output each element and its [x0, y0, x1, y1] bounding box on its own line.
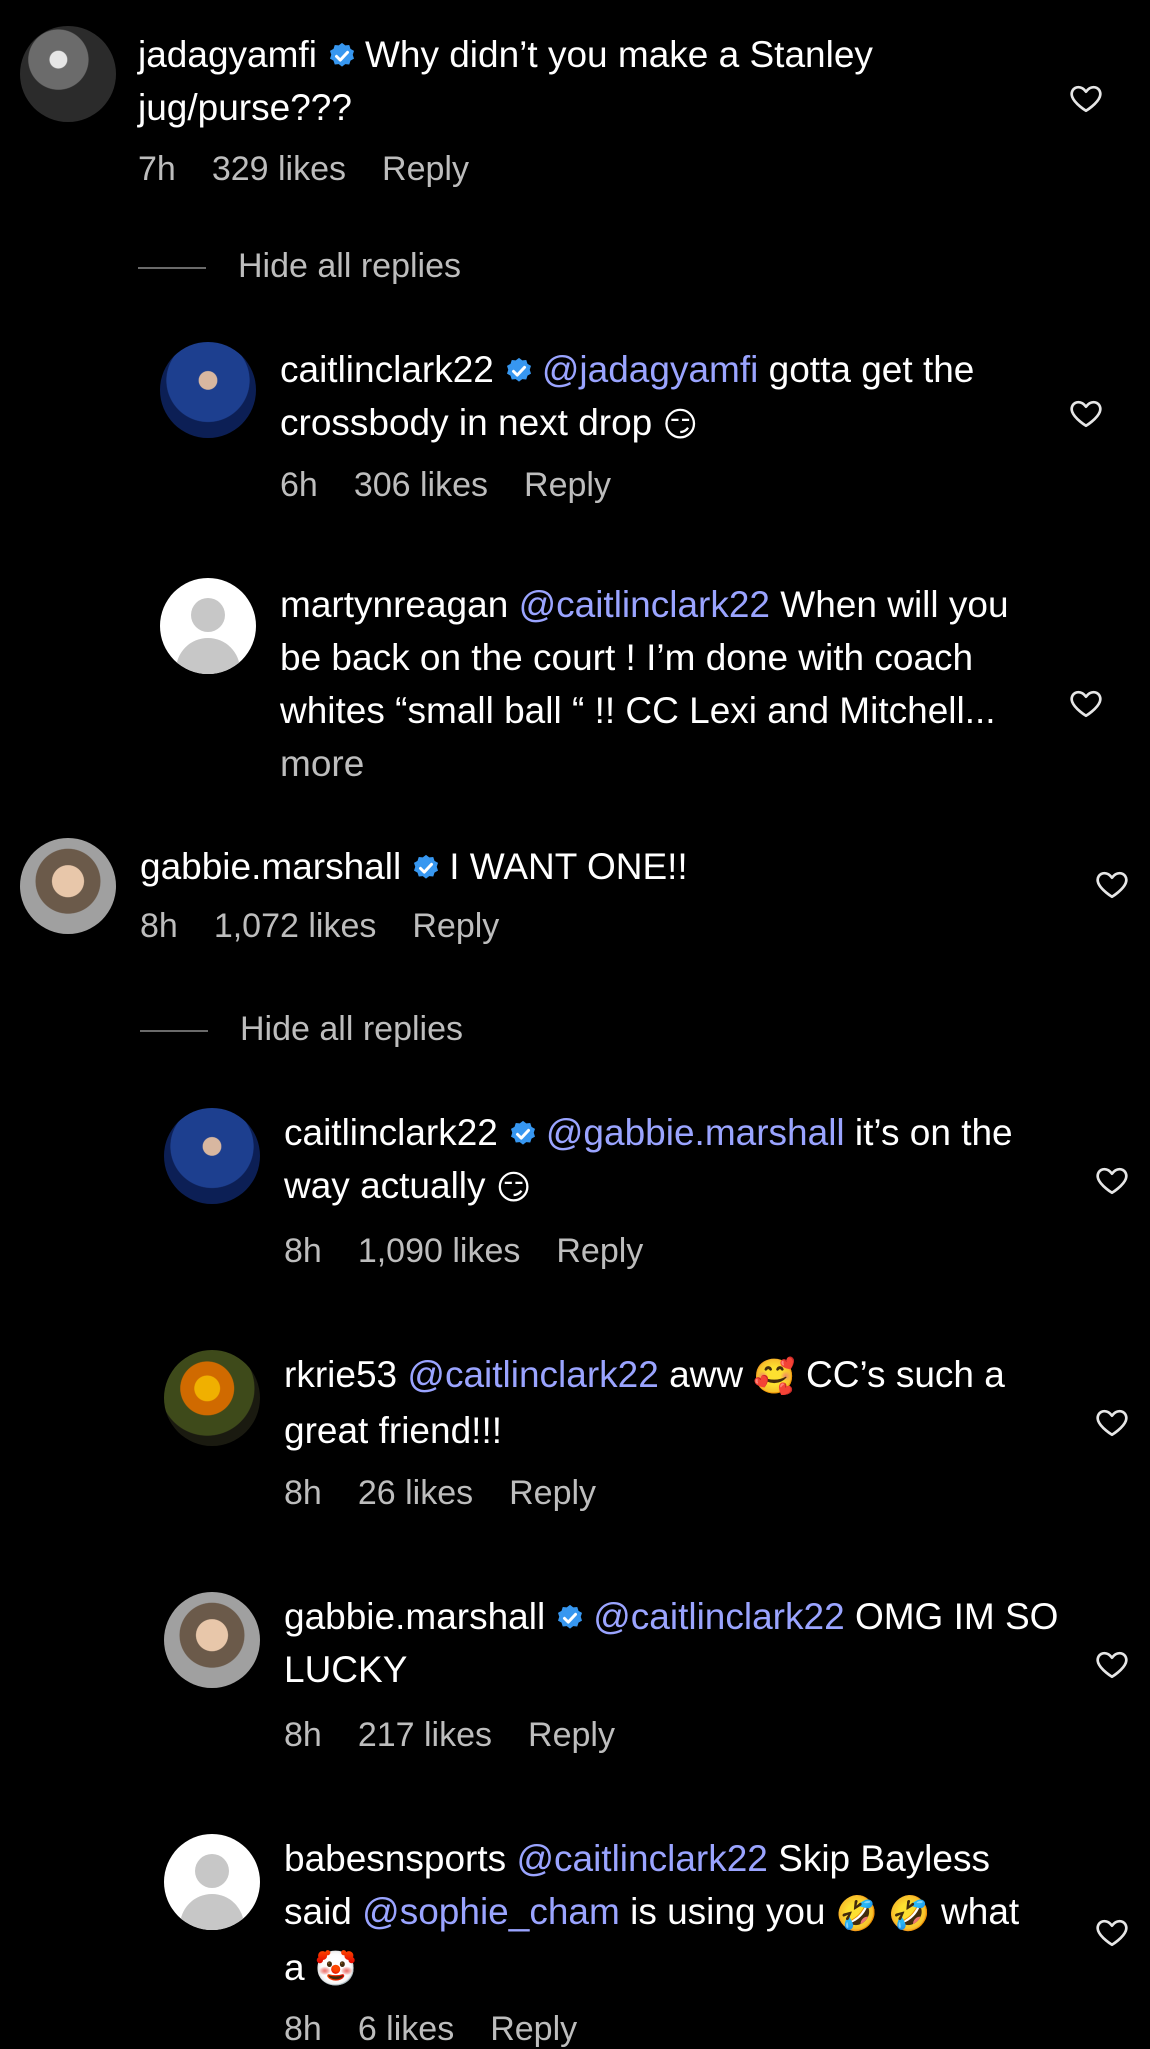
mention-link[interactable]: @caitlinclark22	[407, 1354, 658, 1395]
like-heart-icon[interactable]	[1094, 1646, 1130, 1682]
comment-text: caitlinclark22 @jadagyamfi gotta get the …	[280, 343, 1020, 452]
username[interactable]: rkrie53	[284, 1354, 397, 1395]
comment-text: babesnsports @caitlinclark22 Skip Bayles…	[284, 1832, 1024, 1996]
reply-button[interactable]: Reply	[528, 1716, 615, 1754]
timestamp: 8h	[284, 1232, 322, 1270]
likes-count[interactable]: 1,090 likes	[358, 1232, 521, 1270]
username[interactable]: caitlinclark22	[284, 1112, 498, 1153]
comment-meta: 8h 26 likes Reply	[284, 1474, 632, 1513]
comment-text: caitlinclark22 @gabbie.marshall it’s on t…	[284, 1106, 1024, 1215]
smirk-emoji: 😏	[495, 1168, 532, 1207]
mention-link[interactable]: @jadagyamfi	[542, 349, 759, 390]
mention-link[interactable]: @gabbie.marshall	[546, 1112, 845, 1153]
username[interactable]: babesnsports	[284, 1838, 506, 1879]
reply-button[interactable]: Reply	[412, 907, 499, 945]
reply-button[interactable]: Reply	[382, 150, 469, 188]
verified-badge-icon	[508, 1119, 538, 1149]
mention-link[interactable]: @caitlinclark22	[593, 1596, 844, 1637]
comment-body-continued: is using you	[630, 1891, 826, 1932]
verified-badge-icon	[504, 356, 534, 386]
comment-meta: 8h 217 likes Reply	[284, 1716, 651, 1755]
avatar-body	[176, 638, 240, 674]
avatar[interactable]	[164, 1592, 260, 1688]
comment-meta: 7h 329 likes Reply	[138, 150, 505, 189]
avatar-head	[191, 598, 225, 632]
likes-count[interactable]: 26 likes	[358, 1474, 473, 1512]
divider-line	[138, 267, 206, 270]
timestamp: 8h	[284, 1474, 322, 1512]
hide-replies-label: Hide all replies	[238, 247, 461, 285]
avatar[interactable]	[20, 26, 116, 122]
timestamp: 8h	[140, 907, 178, 945]
comment-text: gabbie.marshall @caitlinclark22 OMG IM SO…	[284, 1590, 1064, 1696]
reply-button[interactable]: Reply	[490, 2010, 577, 2048]
username[interactable]: gabbie.marshall	[140, 846, 401, 887]
smirk-emoji: 😏	[662, 405, 698, 444]
likes-count[interactable]: 6 likes	[358, 2010, 454, 2048]
comment-text: rkrie53 @caitlinclark22 aww 🥰 CC’s such …	[284, 1348, 1024, 1457]
like-heart-icon[interactable]	[1068, 685, 1104, 721]
hide-replies-toggle[interactable]: Hide all replies	[140, 1010, 463, 1049]
username[interactable]: martynreagan	[280, 584, 508, 625]
likes-count[interactable]: 217 likes	[358, 1716, 492, 1754]
likes-count[interactable]: 306 likes	[354, 466, 488, 504]
comment-meta: 8h 1,090 likes Reply	[284, 1232, 679, 1271]
verified-badge-icon	[327, 41, 357, 71]
mention-link[interactable]: @caitlinclark22	[519, 584, 770, 625]
comment-text: jadagyamfi Why didn’t you make a Stanley …	[138, 28, 978, 134]
username[interactable]: jadagyamfi	[138, 34, 317, 75]
comment-text: martynreagan @caitlinclark22 When will y…	[280, 578, 1040, 790]
like-heart-icon[interactable]	[1094, 1914, 1130, 1950]
comment-text: gabbie.marshall I WANT ONE!!	[140, 840, 980, 893]
reply-button[interactable]: Reply	[524, 466, 611, 504]
username[interactable]: gabbie.marshall	[284, 1596, 545, 1637]
reply-button[interactable]: Reply	[509, 1474, 596, 1512]
like-heart-icon[interactable]	[1094, 866, 1130, 902]
comment-body: I WANT ONE!!	[449, 846, 688, 887]
timestamp: 7h	[138, 150, 176, 188]
username[interactable]: caitlinclark22	[280, 349, 494, 390]
avatar[interactable]	[20, 838, 116, 934]
like-heart-icon[interactable]	[1094, 1162, 1130, 1198]
like-heart-icon[interactable]	[1068, 80, 1104, 116]
divider-line	[140, 1030, 208, 1033]
default-avatar-icon[interactable]	[160, 578, 256, 674]
verified-badge-icon	[411, 853, 441, 883]
timestamp: 6h	[280, 466, 318, 504]
avatar[interactable]	[164, 1350, 260, 1446]
avatar[interactable]	[164, 1108, 260, 1204]
comment-meta: 8h 1,072 likes Reply	[140, 907, 535, 946]
timestamp: 8h	[284, 2010, 322, 2048]
verified-badge-icon	[555, 1603, 585, 1633]
likes-count[interactable]: 329 likes	[212, 150, 346, 188]
likes-count[interactable]: 1,072 likes	[214, 907, 377, 945]
default-avatar-icon[interactable]	[164, 1834, 260, 1930]
rofl-emoji: 🤣	[888, 1894, 931, 1933]
timestamp: 8h	[284, 1716, 322, 1754]
like-heart-icon[interactable]	[1094, 1404, 1130, 1440]
avatar-body	[180, 1894, 244, 1930]
hide-replies-label: Hide all replies	[240, 1010, 463, 1048]
like-heart-icon[interactable]	[1068, 395, 1104, 431]
reply-button[interactable]: Reply	[556, 1232, 643, 1270]
rofl-emoji: 🤣	[835, 1894, 879, 1933]
hide-replies-toggle[interactable]: Hide all replies	[138, 247, 461, 286]
more-link[interactable]: more	[280, 743, 364, 784]
comment-meta: 8h 6 likes Reply	[284, 2010, 613, 2049]
comment-body: aww	[669, 1354, 744, 1395]
mention-link-secondary[interactable]: @sophie_cham	[362, 1891, 620, 1932]
avatar[interactable]	[160, 342, 256, 438]
comment-meta: 6h 306 likes Reply	[280, 466, 647, 505]
mention-link[interactable]: @caitlinclark22	[516, 1838, 767, 1879]
smiling-hearts-emoji: 🥰	[753, 1357, 796, 1396]
clown-emoji: 🤡	[314, 1950, 358, 1989]
avatar-head	[195, 1854, 229, 1888]
